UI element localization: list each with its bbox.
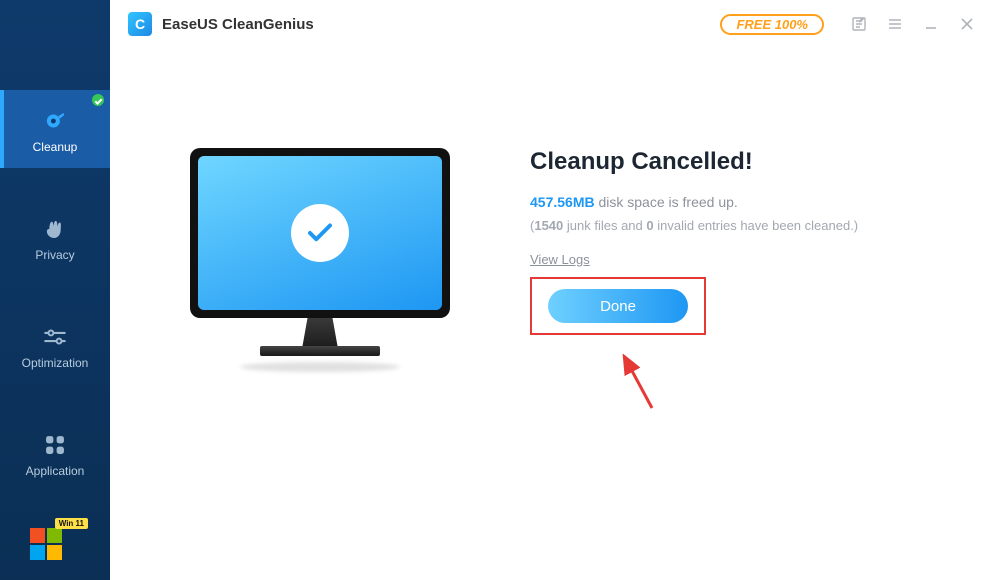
note-icon[interactable] (844, 9, 874, 39)
sidebar-item-label: Privacy (35, 248, 74, 262)
sliders-icon (42, 324, 68, 350)
apps-icon (42, 432, 68, 458)
free-badge[interactable]: FREE 100% (720, 14, 824, 35)
minimize-icon[interactable] (916, 9, 946, 39)
check-badge-icon (92, 94, 104, 106)
app-logo-icon: C (128, 12, 152, 36)
checkmark-icon (291, 204, 349, 262)
menu-icon[interactable] (880, 9, 910, 39)
junk-count: 1540 (534, 218, 563, 233)
done-button[interactable]: Done (548, 289, 688, 323)
close-icon[interactable] (952, 9, 982, 39)
result-panel: Cleanup Cancelled! 457.56MB disk space i… (530, 108, 960, 580)
main-content: Cleanup Cancelled! 457.56MB disk space i… (110, 48, 1000, 580)
sidebar-item-privacy[interactable]: Privacy (0, 198, 110, 276)
titlebar: C EaseUS CleanGenius FREE 100% (110, 0, 1000, 48)
sidebar-item-optimization[interactable]: Optimization (0, 306, 110, 384)
sidebar-item-cleanup[interactable]: Cleanup (0, 90, 110, 168)
vacuum-icon (42, 108, 68, 134)
monitor-illustration (170, 108, 470, 580)
annotation-highlight-box: Done (530, 277, 706, 335)
sidebar-item-label: Cleanup (33, 140, 78, 154)
sidebar-items: Cleanup Privacy Optimization (0, 90, 110, 492)
result-headline: Cleanup Cancelled! (530, 148, 960, 176)
freed-amount: 457.56MB (530, 194, 595, 210)
invalid-count: 0 (646, 218, 653, 233)
app-title: EaseUS CleanGenius (162, 16, 314, 33)
sidebar-item-application[interactable]: Application (0, 414, 110, 492)
sidebar: Cleanup Privacy Optimization (0, 0, 110, 580)
start-badge: Win 11 (55, 518, 88, 529)
app-window: Cleanup Privacy Optimization (0, 0, 1000, 580)
result-detail-line: (1540 junk files and 0 invalid entries h… (530, 218, 960, 233)
start-menu-icon[interactable]: Win 11 (30, 528, 66, 564)
sidebar-item-label: Optimization (22, 356, 89, 370)
sidebar-item-label: Application (26, 464, 85, 478)
view-logs-link[interactable]: View Logs (530, 252, 590, 267)
result-freed-line: 457.56MB disk space is freed up. (530, 194, 960, 210)
hand-icon (42, 216, 68, 242)
